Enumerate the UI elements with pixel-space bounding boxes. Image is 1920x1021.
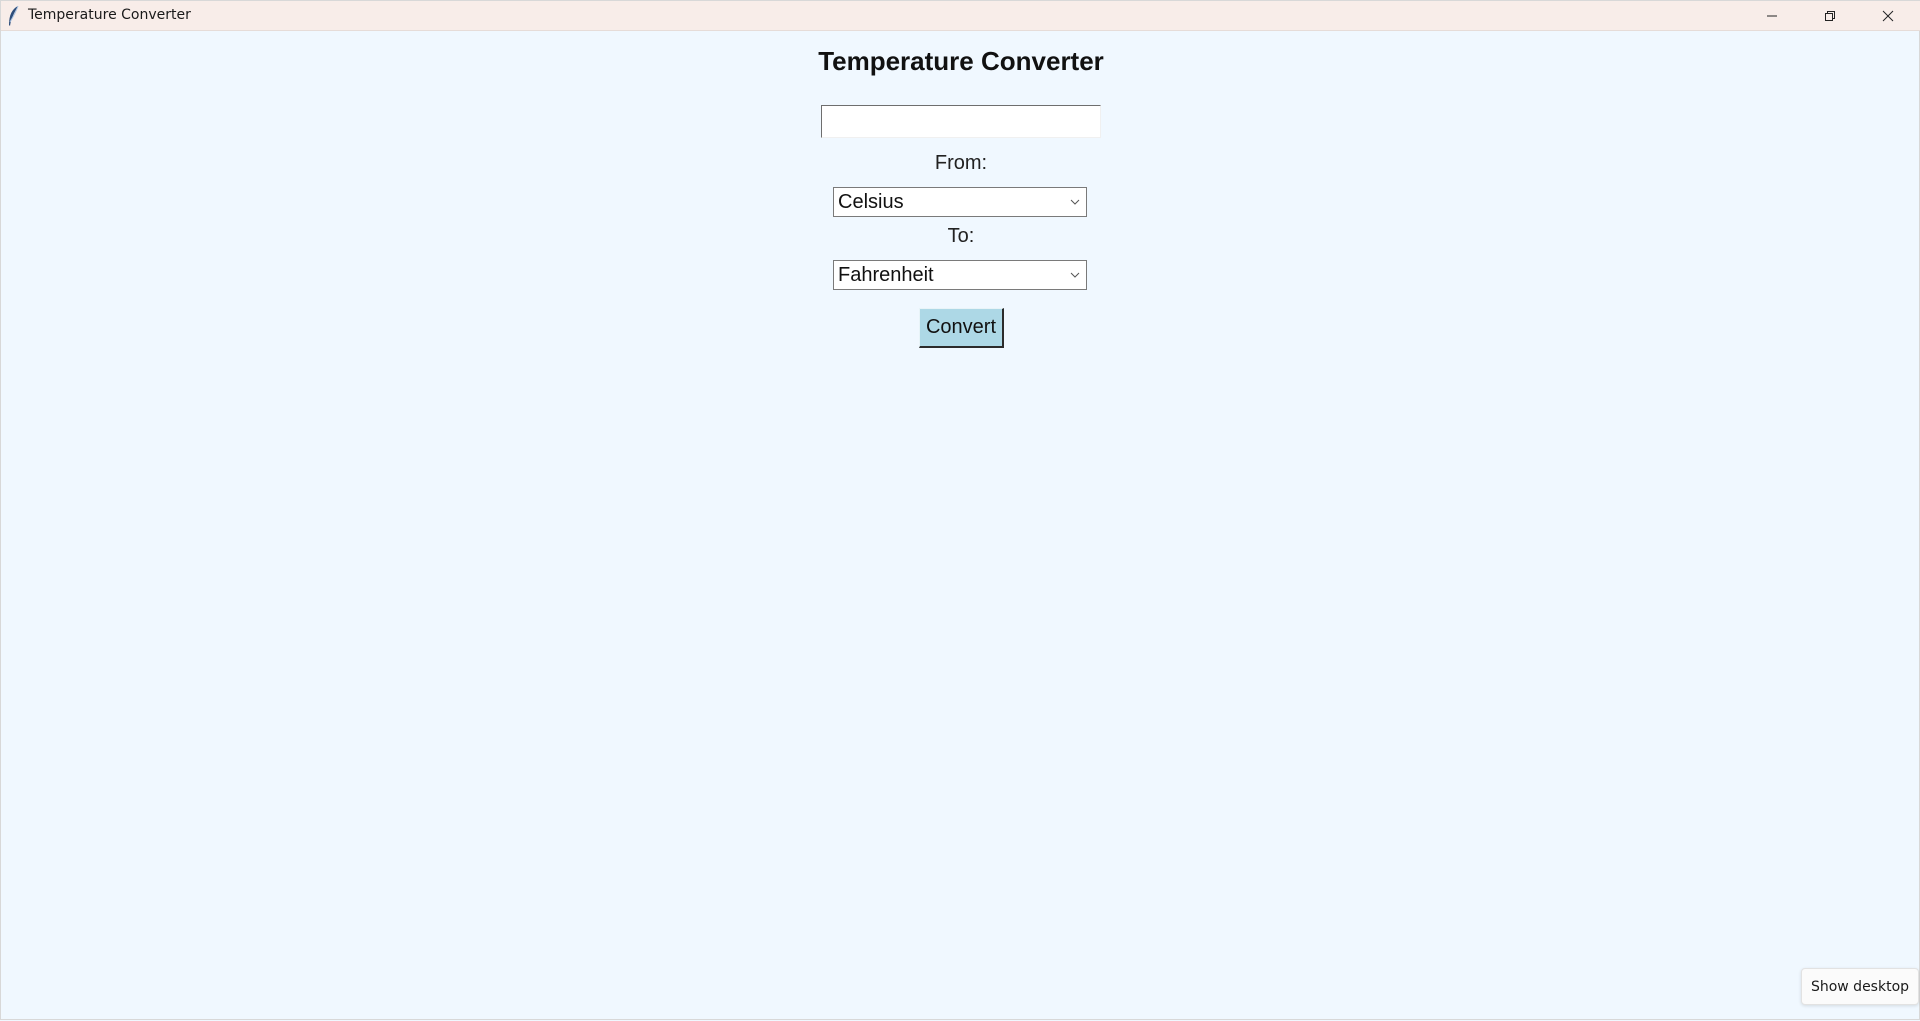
convert-button[interactable]: Convert bbox=[919, 308, 1004, 348]
to-unit-value: Fahrenheit bbox=[838, 263, 934, 286]
page-title: Temperature Converter bbox=[818, 46, 1104, 76]
to-unit-select[interactable]: Fahrenheit bbox=[833, 260, 1087, 290]
from-unit-select[interactable]: Celsius bbox=[833, 187, 1087, 217]
window-title: Temperature Converter bbox=[28, 7, 191, 23]
temperature-input[interactable] bbox=[821, 105, 1101, 138]
converter-panel: Temperature Converter From: Celsius To: … bbox=[1, 32, 1920, 1021]
restore-icon bbox=[1824, 10, 1836, 22]
restore-button[interactable] bbox=[1801, 1, 1859, 31]
close-button[interactable] bbox=[1859, 1, 1917, 31]
chevron-down-icon[interactable] bbox=[1064, 261, 1086, 289]
from-label: From: bbox=[934, 152, 988, 174]
show-desktop-tooltip: Show desktop bbox=[1801, 968, 1919, 1005]
minimize-button[interactable] bbox=[1743, 1, 1801, 31]
close-icon bbox=[1882, 10, 1894, 22]
title-bar[interactable]: Temperature Converter bbox=[1, 1, 1920, 31]
app-window: Temperature Converter Temperature Conver… bbox=[0, 0, 1920, 1020]
from-unit-value: Celsius bbox=[838, 190, 904, 213]
feather-icon bbox=[6, 5, 20, 27]
chevron-down-icon[interactable] bbox=[1064, 188, 1086, 216]
minimize-icon bbox=[1766, 10, 1778, 22]
to-label: To: bbox=[947, 225, 975, 247]
